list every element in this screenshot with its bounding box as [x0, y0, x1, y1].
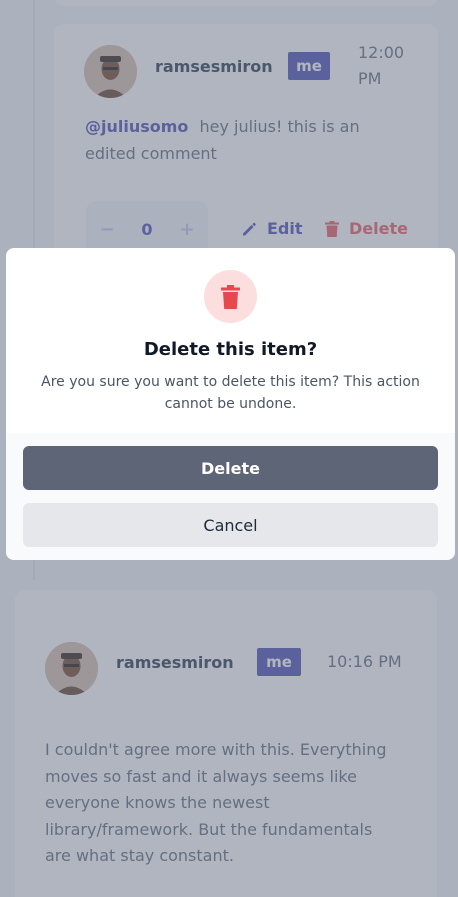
warning-icon-circle — [204, 270, 257, 323]
trash-icon — [221, 284, 240, 309]
dialog-message-line-1: Are you sure you want to delete this ite… — [41, 374, 420, 390]
delete-confirm-dialog: Delete this item? Are you sure you want … — [6, 248, 455, 560]
dialog-footer: Delete Cancel — [6, 433, 455, 560]
dialog-message-line-2: cannot be undone. — [164, 396, 297, 412]
dialog-message: Are you sure you want to delete this ite… — [34, 371, 427, 415]
cancel-button[interactable]: Cancel — [23, 503, 438, 547]
confirm-delete-button[interactable]: Delete — [23, 446, 438, 490]
dialog-title: Delete this item? — [143, 339, 318, 360]
comments-page: ramsesmiron me 12:00 PM @juliusomo hey j… — [0, 0, 458, 897]
